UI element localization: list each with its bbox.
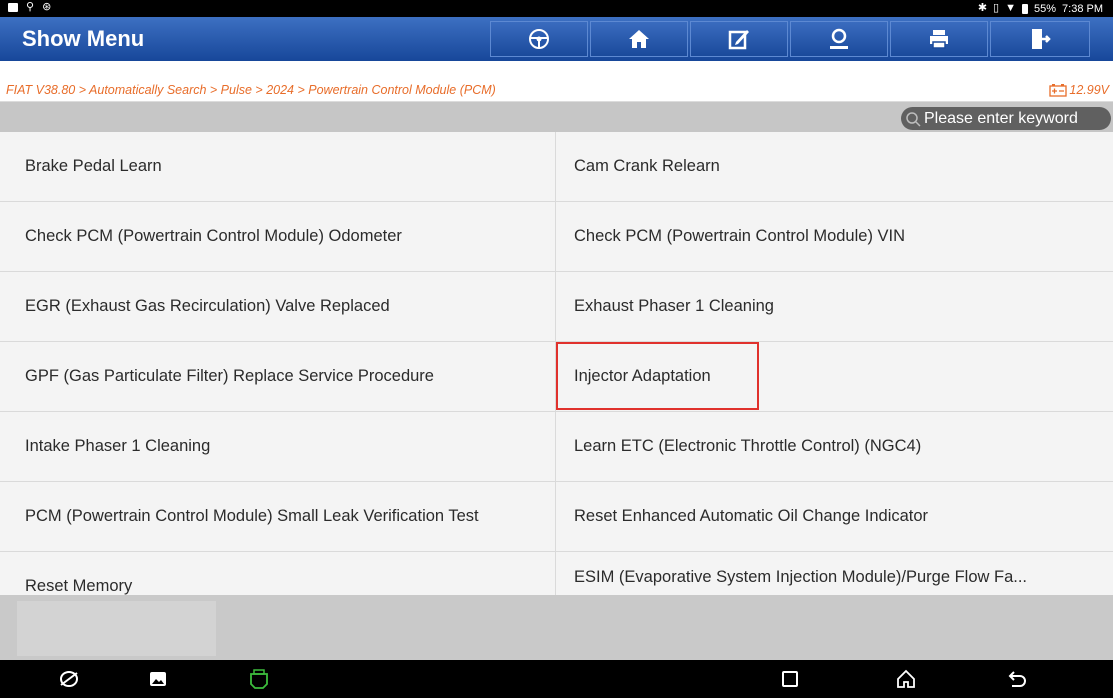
accessibility-icon: ⊛ xyxy=(42,1,52,13)
system-nav-bar xyxy=(0,660,1113,698)
menu-item[interactable]: Brake Pedal Learn xyxy=(0,132,556,201)
battery-percent: 55% xyxy=(1034,2,1057,15)
menu-item[interactable]: Reset Memory xyxy=(0,552,556,595)
edit-button[interactable] xyxy=(690,21,788,57)
gallery-icon xyxy=(150,672,166,686)
app-header: Show Menu xyxy=(0,17,1113,61)
search-input[interactable] xyxy=(921,109,1104,128)
menu-row: GPF (Gas Particulate Filter) Replace Ser… xyxy=(0,342,1113,412)
menu-row: EGR (Exhaust Gas Recirculation) Valve Re… xyxy=(0,272,1113,342)
function-menu: Brake Pedal Learn Cam Crank Relearn Chec… xyxy=(0,132,1113,595)
menu-item-injector-adaptation[interactable]: Injector Adaptation xyxy=(556,342,1113,411)
menu-row: PCM (Powertrain Control Module) Small Le… xyxy=(0,482,1113,552)
bluetooth-icon: ✱ xyxy=(977,2,988,14)
menu-row: Check PCM (Powertrain Control Module) Od… xyxy=(0,202,1113,272)
gallery-icon xyxy=(8,3,18,12)
home-button[interactable] xyxy=(590,21,688,57)
print-icon xyxy=(930,30,948,49)
menu-item[interactable]: Intake Phaser 1 Cleaning xyxy=(0,412,556,481)
back-icon xyxy=(1008,671,1026,687)
vci-button[interactable] xyxy=(248,668,270,690)
browser-icon xyxy=(60,671,78,687)
menu-item[interactable]: Cam Crank Relearn xyxy=(556,132,1113,201)
vehicle-button[interactable] xyxy=(490,21,588,57)
print-button[interactable] xyxy=(890,21,988,57)
search-box[interactable] xyxy=(901,107,1111,130)
battery-icon xyxy=(1022,3,1028,14)
menu-item-label: Injector Adaptation xyxy=(574,367,711,385)
usb-debug-icon: ⚲ xyxy=(26,1,35,13)
recents-button[interactable] xyxy=(779,668,801,690)
page-title: Show Menu xyxy=(22,26,145,51)
menu-row: Reset Memory ESIM (Evaporative System In… xyxy=(0,552,1113,595)
edit-icon xyxy=(728,30,749,50)
home-nav-button[interactable] xyxy=(895,668,917,690)
menu-item[interactable]: Learn ETC (Electronic Throttle Control) … xyxy=(556,412,1113,481)
menu-item[interactable]: Check PCM (Powertrain Control Module) Od… xyxy=(0,202,556,271)
vci-icon xyxy=(250,669,268,689)
menu-item[interactable]: EGR (Exhaust Gas Recirculation) Valve Re… xyxy=(0,272,556,341)
vibrate-icon: ▯ xyxy=(993,2,1000,14)
menu-item[interactable]: PCM (Powertrain Control Module) Small Le… xyxy=(0,482,556,551)
breadcrumb: FIAT V38.80 > Automatically Search > Pul… xyxy=(6,83,496,97)
menu-item[interactable]: Exhaust Phaser 1 Cleaning xyxy=(556,272,1113,341)
voltage-value: 12.99V xyxy=(1069,83,1109,97)
status-bar: ⚲ ⊛ ✱ ▯ ▼ 55% 7:38 PM xyxy=(0,0,1113,17)
menu-item[interactable]: ESIM (Evaporative System Injection Modul… xyxy=(556,552,1113,595)
menu-item[interactable]: Reset Enhanced Automatic Oil Change Indi… xyxy=(556,482,1113,551)
car-battery-icon xyxy=(1049,84,1068,97)
exit-button[interactable] xyxy=(990,21,1090,57)
recents-icon xyxy=(782,671,798,687)
search-icon xyxy=(906,111,921,127)
steering-wheel-icon xyxy=(529,29,549,49)
home-icon xyxy=(629,30,649,48)
wifi-icon: ▼ xyxy=(1005,2,1016,14)
gallery-button[interactable] xyxy=(147,668,169,690)
bottom-action-bar xyxy=(0,595,1113,660)
exit-icon xyxy=(1032,29,1051,49)
user-icon xyxy=(830,28,848,49)
action-slot[interactable] xyxy=(17,601,216,656)
user-button[interactable] xyxy=(790,21,888,57)
home-icon xyxy=(897,669,915,688)
menu-row: Intake Phaser 1 Cleaning Learn ETC (Elec… xyxy=(0,412,1113,482)
battery-voltage: 12.99V xyxy=(1049,83,1109,97)
menu-item[interactable]: Check PCM (Powertrain Control Module) VI… xyxy=(556,202,1113,271)
back-button[interactable] xyxy=(1006,668,1028,690)
clock: 7:38 PM xyxy=(1062,2,1103,15)
browser-button[interactable] xyxy=(58,668,80,690)
menu-item[interactable]: GPF (Gas Particulate Filter) Replace Ser… xyxy=(0,342,556,411)
search-bar xyxy=(0,102,1113,132)
breadcrumb-bar: FIAT V38.80 > Automatically Search > Pul… xyxy=(0,81,1113,102)
menu-row: Brake Pedal Learn Cam Crank Relearn xyxy=(0,132,1113,202)
